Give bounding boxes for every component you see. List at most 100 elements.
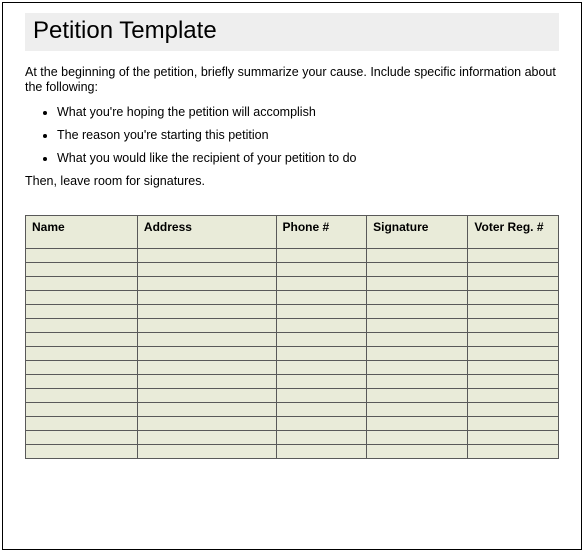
table-cell [26,319,138,333]
table-cell [367,375,468,389]
table-cell [26,389,138,403]
table-body [26,249,559,459]
table-cell [367,291,468,305]
table-cell [276,305,367,319]
table-cell [468,277,559,291]
table-row [26,403,559,417]
table-row [26,375,559,389]
table-cell [137,361,276,375]
table-cell [367,403,468,417]
table-row [26,361,559,375]
table-cell [276,277,367,291]
title-bar: Petition Template [25,13,559,51]
table-cell [137,263,276,277]
table-row [26,347,559,361]
table-cell [367,431,468,445]
table-cell [276,249,367,263]
table-cell [137,431,276,445]
table-cell [137,333,276,347]
table-cell [137,347,276,361]
table-cell [137,319,276,333]
col-header-address: Address [137,216,276,249]
table-cell [367,333,468,347]
table-row [26,291,559,305]
table-cell [276,291,367,305]
table-cell [468,333,559,347]
table-cell [468,389,559,403]
table-cell [468,431,559,445]
table-cell [468,361,559,375]
table-cell [26,375,138,389]
table-cell [26,361,138,375]
table-cell [276,445,367,459]
table-cell [468,305,559,319]
table-cell [137,305,276,319]
table-cell [26,291,138,305]
table-cell [137,417,276,431]
table-cell [26,431,138,445]
table-cell [367,445,468,459]
table-cell [468,375,559,389]
table-row [26,389,559,403]
signature-table: Name Address Phone # Signature Voter Reg… [25,215,559,459]
table-row [26,445,559,459]
table-cell [367,417,468,431]
table-cell [26,263,138,277]
table-cell [26,277,138,291]
table-cell [468,403,559,417]
table-cell [26,403,138,417]
table-row [26,431,559,445]
table-cell [137,277,276,291]
list-item: What you're hoping the petition will acc… [57,105,559,120]
table-row [26,333,559,347]
table-cell [137,375,276,389]
table-row [26,263,559,277]
table-cell [468,291,559,305]
table-cell [468,263,559,277]
table-cell [468,319,559,333]
table-cell [468,417,559,431]
table-cell [137,291,276,305]
table-cell [367,305,468,319]
intro-text: At the beginning of the petition, briefl… [25,65,559,95]
col-header-name: Name [26,216,138,249]
table-cell [276,417,367,431]
table-cell [137,403,276,417]
list-item: The reason you're starting this petition [57,128,559,143]
table-row [26,277,559,291]
table-cell [137,445,276,459]
page-title: Petition Template [33,17,551,45]
table-header-row: Name Address Phone # Signature Voter Reg… [26,216,559,249]
table-cell [137,249,276,263]
table-cell [26,445,138,459]
closing-text: Then, leave room for signatures. [25,174,559,189]
table-cell [276,375,367,389]
table-cell [468,347,559,361]
table-cell [367,347,468,361]
table-cell [367,263,468,277]
table-cell [367,389,468,403]
table-cell [276,319,367,333]
table-row [26,319,559,333]
table-cell [276,403,367,417]
table-cell [367,277,468,291]
list-item: What you would like the recipient of you… [57,151,559,166]
table-cell [367,249,468,263]
table-cell [367,319,468,333]
col-header-signature: Signature [367,216,468,249]
table-cell [276,431,367,445]
table-cell [276,333,367,347]
bullet-list: What you're hoping the petition will acc… [57,105,559,166]
table-cell [26,333,138,347]
table-cell [26,417,138,431]
table-cell [276,263,367,277]
table-row [26,305,559,319]
table-cell [468,445,559,459]
table-cell [468,249,559,263]
table-cell [276,347,367,361]
document-page: Petition Template At the beginning of th… [2,2,582,550]
table-cell [26,249,138,263]
col-header-voter: Voter Reg. # [468,216,559,249]
table-cell [367,361,468,375]
col-header-phone: Phone # [276,216,367,249]
